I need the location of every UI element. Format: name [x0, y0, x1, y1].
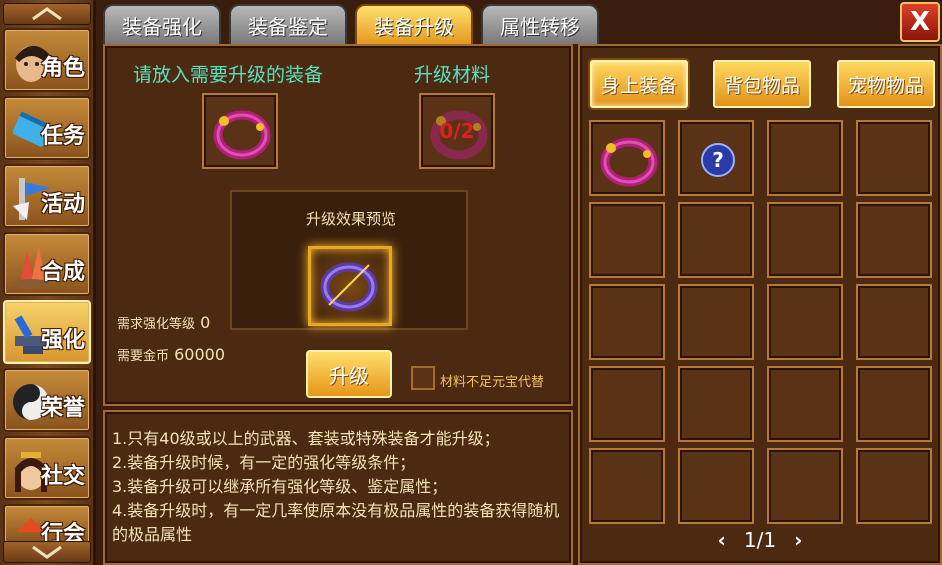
tab-label: 装备强化	[122, 14, 202, 39]
sidebar-item-label: 荣誉	[40, 396, 85, 421]
material-slot[interactable]: 0/2	[419, 93, 495, 169]
sidebar-item-character[interactable]: 角色	[3, 28, 91, 92]
sidebar-item-social[interactable]: 社交	[3, 436, 91, 500]
inventory-slot[interactable]	[767, 366, 843, 442]
inventory-slot[interactable]	[678, 284, 754, 360]
sidebar-item-synthesis[interactable]: 合成	[3, 232, 91, 296]
inventory-slot[interactable]	[589, 366, 665, 442]
chevron-up-icon	[32, 7, 62, 21]
tab-label: 宠物物品	[847, 74, 924, 97]
tab-label: 身上装备	[600, 74, 677, 97]
inventory-slot[interactable]	[678, 202, 754, 278]
inventory-slot[interactable]	[589, 120, 665, 196]
tab-equip-identify[interactable]: 装备鉴定	[229, 4, 347, 44]
required-gold: 需要金币 60000	[117, 345, 225, 364]
upgrade-preview-box: 升级效果预览	[230, 190, 468, 330]
tab-equip-enhance[interactable]: 装备强化	[103, 4, 221, 44]
inventory-slot[interactable]	[589, 448, 665, 524]
sidebar-item-label: 合成	[40, 260, 85, 285]
tab-bag-items[interactable]: 背包物品	[713, 60, 811, 108]
prev-page-icon[interactable]: ‹	[718, 528, 726, 552]
inventory-slot[interactable]	[856, 202, 932, 278]
preview-title: 升级效果预览	[305, 210, 396, 228]
sidebar-item-label: 角色	[40, 56, 85, 81]
rule-line: 1.只有40级或以上的武器、套装或特殊装备才能升级；	[112, 429, 500, 448]
inventory-slot[interactable]	[767, 284, 843, 360]
required-gold-value: 60000	[174, 345, 226, 364]
material-slot-label: 升级材料	[414, 64, 491, 86]
rule-line: 3.装备升级可以继承所有强化等级、鉴定属性；	[112, 477, 448, 496]
material-count: 0/2	[439, 119, 475, 143]
inventory-slot[interactable]	[856, 120, 932, 196]
substitute-ingot-checkbox[interactable]	[411, 366, 435, 390]
inventory-slot[interactable]	[589, 284, 665, 360]
scroll-down-arrow[interactable]	[3, 541, 91, 563]
sidebar-nav: 角色 任务 活动 合成 强化 荣誉 社交 行会	[0, 0, 96, 565]
equip-slot-label: 请放入需要升级的装备	[133, 64, 324, 86]
sidebar-item-activity[interactable]: 活动	[3, 164, 91, 228]
required-gold-label: 需要金币	[117, 349, 170, 364]
sidebar-item-guild[interactable]: 行会	[3, 504, 91, 544]
sidebar-item-label: 强化	[40, 328, 85, 353]
equip-slot[interactable]	[202, 93, 278, 169]
inventory-slot[interactable]	[856, 366, 932, 442]
inventory-slot[interactable]	[767, 448, 843, 524]
page-indicator: 1/1	[743, 528, 777, 552]
sidebar-item-enhance[interactable]: 强化	[3, 300, 91, 364]
required-enhance-label: 需求强化等级	[117, 317, 196, 332]
tab-label: 装备升级	[374, 14, 454, 39]
tab-pet-items[interactable]: 宠物物品	[837, 60, 935, 108]
close-icon: X	[909, 7, 931, 37]
upgrade-button[interactable]: 升级	[306, 350, 392, 398]
rule-line: 2.装备升级时候，有一定的强化等级条件；	[112, 453, 416, 472]
tab-label: 属性转移	[500, 14, 580, 39]
close-button[interactable]: X	[900, 2, 940, 42]
ring-icon	[213, 110, 271, 160]
tab-equip-upgrade[interactable]: 装备升级	[355, 4, 473, 44]
inventory-slot[interactable]	[767, 202, 843, 278]
sidebar-item-label: 任务	[40, 124, 85, 149]
tab-equipped-items[interactable]: 身上装备	[590, 60, 688, 108]
preview-slot	[308, 246, 392, 326]
svg-text:?: ?	[712, 148, 724, 172]
inventory-slot[interactable]	[589, 202, 665, 278]
substitute-ingot-label: 材料不足元宝代替	[440, 375, 545, 390]
sidebar-item-honor[interactable]: 荣誉	[3, 368, 91, 432]
scroll-up-arrow[interactable]	[3, 3, 91, 25]
upgrade-rules-text: 1.只有40级或以上的武器、套装或特殊装备才能升级； 2.装备升级时候，有一定的…	[112, 427, 567, 547]
inventory-slot[interactable]: ?	[678, 120, 754, 196]
pagination: ‹ 1/1 ›	[700, 528, 820, 552]
sidebar-item-quest[interactable]: 任务	[3, 96, 91, 160]
upgraded-ring-icon	[320, 262, 378, 312]
upgrade-button-label: 升级	[329, 363, 369, 388]
inventory-slot[interactable]	[678, 366, 754, 442]
sidebar-item-label: 行会	[40, 522, 85, 544]
sidebar-item-label: 活动	[40, 192, 85, 217]
rule-line: 4.装备升级时，有一定几率使原本没有极品属性的装备获得随机的极品属性	[112, 501, 560, 544]
inventory-slot[interactable]	[678, 448, 754, 524]
inventory-slot[interactable]	[767, 120, 843, 196]
ring-icon	[600, 137, 658, 187]
chevron-down-icon	[32, 545, 62, 559]
required-enhance-level: 需求强化等级 0	[117, 313, 210, 332]
inventory-slot[interactable]	[856, 448, 932, 524]
tab-label: 背包物品	[723, 74, 800, 97]
required-enhance-value: 0	[200, 313, 211, 332]
inventory-slot[interactable]	[856, 284, 932, 360]
next-page-icon[interactable]: ›	[794, 528, 802, 552]
tab-attribute-transfer[interactable]: 属性转移	[481, 4, 599, 44]
sidebar-item-label: 社交	[40, 464, 85, 489]
tab-label: 装备鉴定	[248, 14, 328, 39]
question-mark-icon: ?	[701, 143, 735, 177]
